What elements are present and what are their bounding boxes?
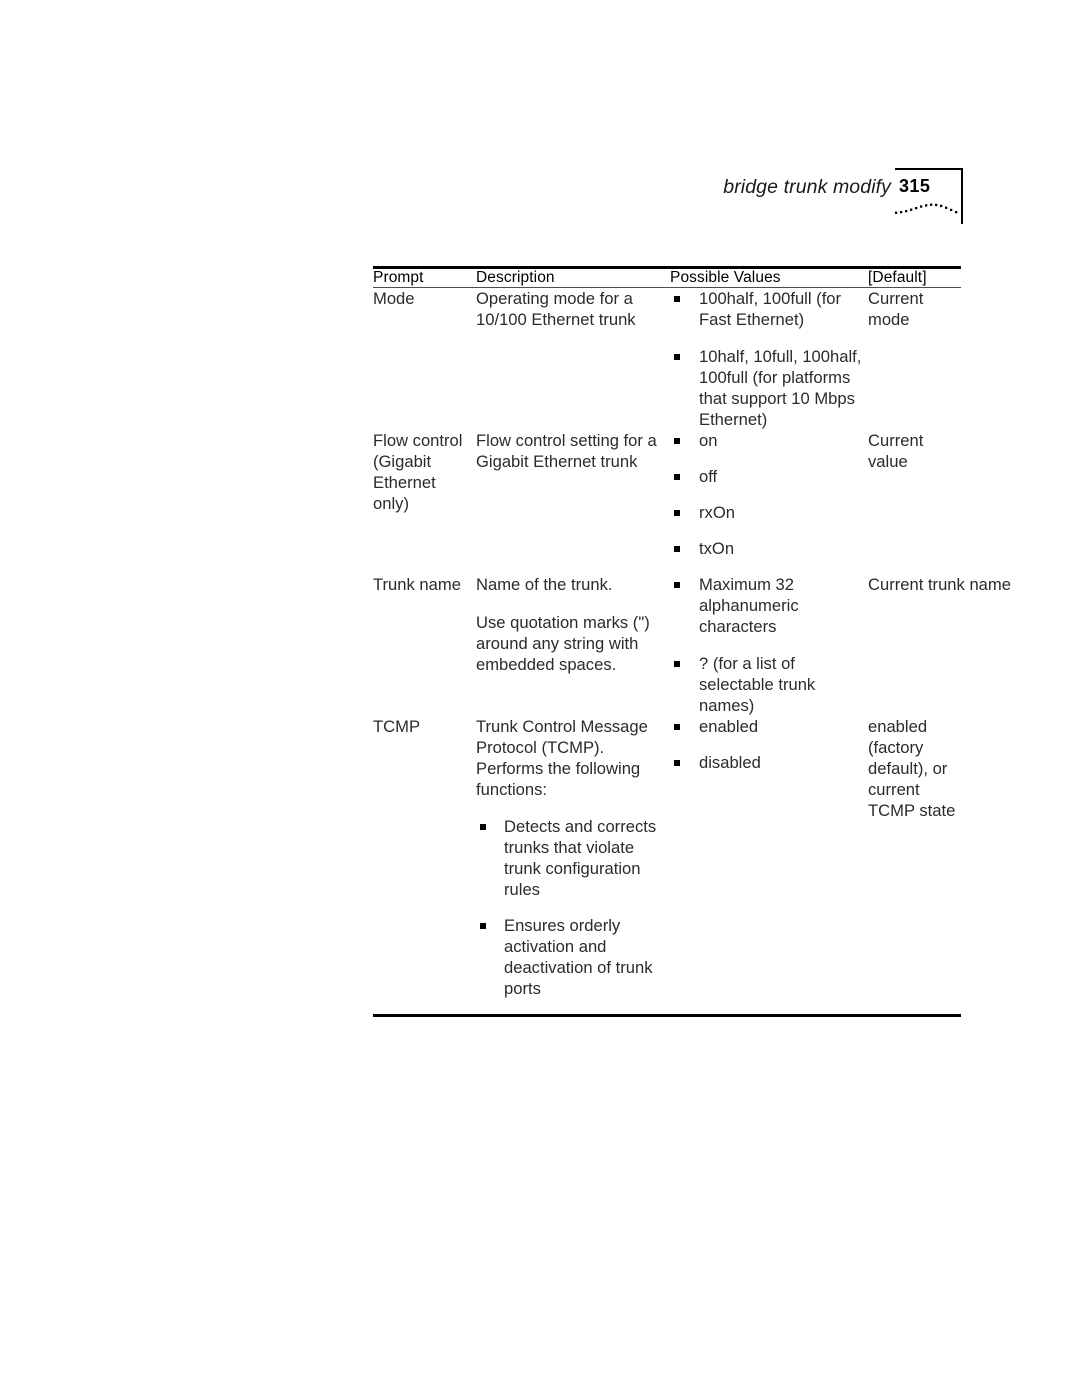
cell-prompt: TCMP: [373, 716, 476, 1014]
row-prompt-text: TCMP: [373, 717, 421, 736]
description-paragraph: Name of the trunk.: [476, 575, 613, 594]
cell-possible-values: Maximum 32 alphanumeric characters ? (fo…: [670, 574, 868, 716]
list-item-text: enabled: [699, 717, 759, 736]
page-running-header: bridge trunk modify 315: [0, 168, 963, 232]
list-item-text: on: [699, 431, 718, 450]
row-prompt-text: Flow control (Gigabit Ethernet only): [373, 431, 463, 513]
possible-values-list: on off rxOn txOn: [670, 430, 868, 559]
list-item: txOn: [670, 538, 868, 559]
cell-description: Name of the trunk. Use quotation marks (…: [476, 574, 670, 716]
running-head-title: bridge trunk modify: [723, 176, 891, 198]
cell-possible-values: enabled disabled: [670, 716, 868, 1014]
column-header-possible-values: Possible Values: [670, 269, 868, 287]
cell-description: Trunk Control Message Protocol (TCMP). P…: [476, 716, 670, 1014]
column-header-description: Description: [476, 269, 670, 287]
list-item-text: 10half, 10full, 100half, 100full (for pl…: [699, 347, 862, 429]
row-prompt-text: Mode: [373, 289, 415, 308]
bullet-square-icon: [674, 582, 680, 588]
parameter-table: Prompt Description Possible Values [Defa…: [373, 266, 1011, 1017]
row-default-text: Current trunk name: [868, 575, 1011, 594]
list-item: 100half, 100full (for Fast Ethernet): [670, 288, 868, 330]
table-row: Flow control (Gigabit Ethernet only) Flo…: [373, 430, 961, 574]
bullet-square-icon: [674, 438, 680, 444]
list-item: on: [670, 430, 868, 451]
table-row: TCMP Trunk Control Message Protocol (TCM…: [373, 716, 961, 1014]
list-item: rxOn: [670, 502, 868, 523]
bullet-square-icon: [674, 354, 680, 360]
list-item: disabled: [670, 752, 868, 773]
table-body: Mode Operating mode for a 10/100 Etherne…: [373, 288, 1011, 1014]
possible-values-list: 100half, 100full (for Fast Ethernet) 10h…: [670, 288, 868, 430]
cell-default: Current value: [868, 430, 961, 574]
bullet-square-icon: [480, 923, 486, 929]
cell-default: enabled (factory default), or current TC…: [868, 716, 961, 1014]
bullet-square-icon: [674, 510, 680, 516]
list-item-text: Ensures orderly activation and deactivat…: [504, 916, 653, 998]
list-item-text: ? (for a list of selectable trunk names): [699, 654, 816, 715]
folio-block: 315: [891, 168, 963, 224]
cell-prompt: Mode: [373, 288, 476, 430]
cell-description: Operating mode for a 10/100 Ethernet tru…: [476, 288, 670, 430]
list-item: Ensures orderly activation and deactivat…: [476, 915, 660, 999]
row-default-text: Current value: [868, 431, 924, 471]
cell-default: Current trunk name: [868, 574, 1011, 716]
list-item-text: Detects and corrects trunks that violate…: [504, 817, 657, 899]
dotted-wave-icon: [895, 203, 958, 214]
list-item: enabled: [670, 716, 868, 737]
bullet-square-icon: [674, 474, 680, 480]
page-number: 315: [899, 176, 931, 196]
description-paragraph: Use quotation marks (") around any strin…: [476, 613, 650, 674]
description-paragraph: Flow control setting for a Gigabit Ether…: [476, 431, 657, 471]
bullet-square-icon: [674, 724, 680, 730]
possible-values-list: enabled disabled: [670, 716, 868, 773]
possible-values-list: Maximum 32 alphanumeric characters ? (fo…: [670, 574, 868, 716]
column-header-description-label: Description: [476, 269, 555, 286]
table-row: Trunk name Name of the trunk. Use quotat…: [373, 574, 1011, 716]
list-item: ? (for a list of selectable trunk names): [670, 653, 868, 716]
list-item-text: Maximum 32 alphanumeric characters: [699, 575, 799, 636]
table-grid: Prompt Description Possible Values [Defa…: [373, 269, 961, 287]
cell-prompt: Flow control (Gigabit Ethernet only): [373, 430, 476, 574]
column-header-prompt: Prompt: [373, 269, 476, 287]
cell-prompt: Trunk name: [373, 574, 476, 716]
bullet-square-icon: [674, 546, 680, 552]
table-header-row: Prompt Description Possible Values [Defa…: [373, 269, 961, 287]
folio-top-rule: [895, 168, 963, 170]
table-bottom-rule: [373, 1014, 961, 1017]
row-prompt-text: Trunk name: [373, 575, 461, 594]
description-paragraph: Trunk Control Message Protocol (TCMP). P…: [476, 717, 648, 799]
cell-default: Current mode: [868, 288, 961, 430]
bullet-square-icon: [674, 661, 680, 667]
bullet-square-icon: [674, 760, 680, 766]
table-row: Mode Operating mode for a 10/100 Etherne…: [373, 288, 961, 430]
list-item-text: disabled: [699, 753, 761, 772]
cell-possible-values: on off rxOn txOn: [670, 430, 868, 574]
list-item: 10half, 10full, 100half, 100full (for pl…: [670, 346, 868, 430]
column-header-prompt-label: Prompt: [373, 269, 424, 286]
description-paragraph: Operating mode for a 10/100 Ethernet tru…: [476, 289, 636, 329]
cell-description: Flow control setting for a Gigabit Ether…: [476, 430, 670, 574]
description-bullet-list: Detects and corrects trunks that violate…: [476, 816, 660, 999]
list-item-text: rxOn: [699, 503, 735, 522]
list-item: Detects and corrects trunks that violate…: [476, 816, 660, 900]
list-item-text: off: [699, 467, 718, 486]
row-default-text: Current mode: [868, 289, 924, 329]
bullet-square-icon: [480, 824, 486, 830]
list-item: Maximum 32 alphanumeric characters: [670, 574, 868, 637]
list-item-text: 100half, 100full (for Fast Ethernet): [699, 289, 842, 329]
column-header-default-label: [Default]: [868, 269, 927, 286]
bullet-square-icon: [674, 296, 680, 302]
list-item-text: txOn: [699, 539, 735, 558]
row-default-text: enabled (factory default), or current TC…: [868, 717, 956, 820]
list-item: off: [670, 466, 868, 487]
cell-possible-values: 100half, 100full (for Fast Ethernet) 10h…: [670, 288, 868, 430]
column-header-default: [Default]: [868, 269, 961, 287]
column-header-possible-values-label: Possible Values: [670, 269, 781, 286]
